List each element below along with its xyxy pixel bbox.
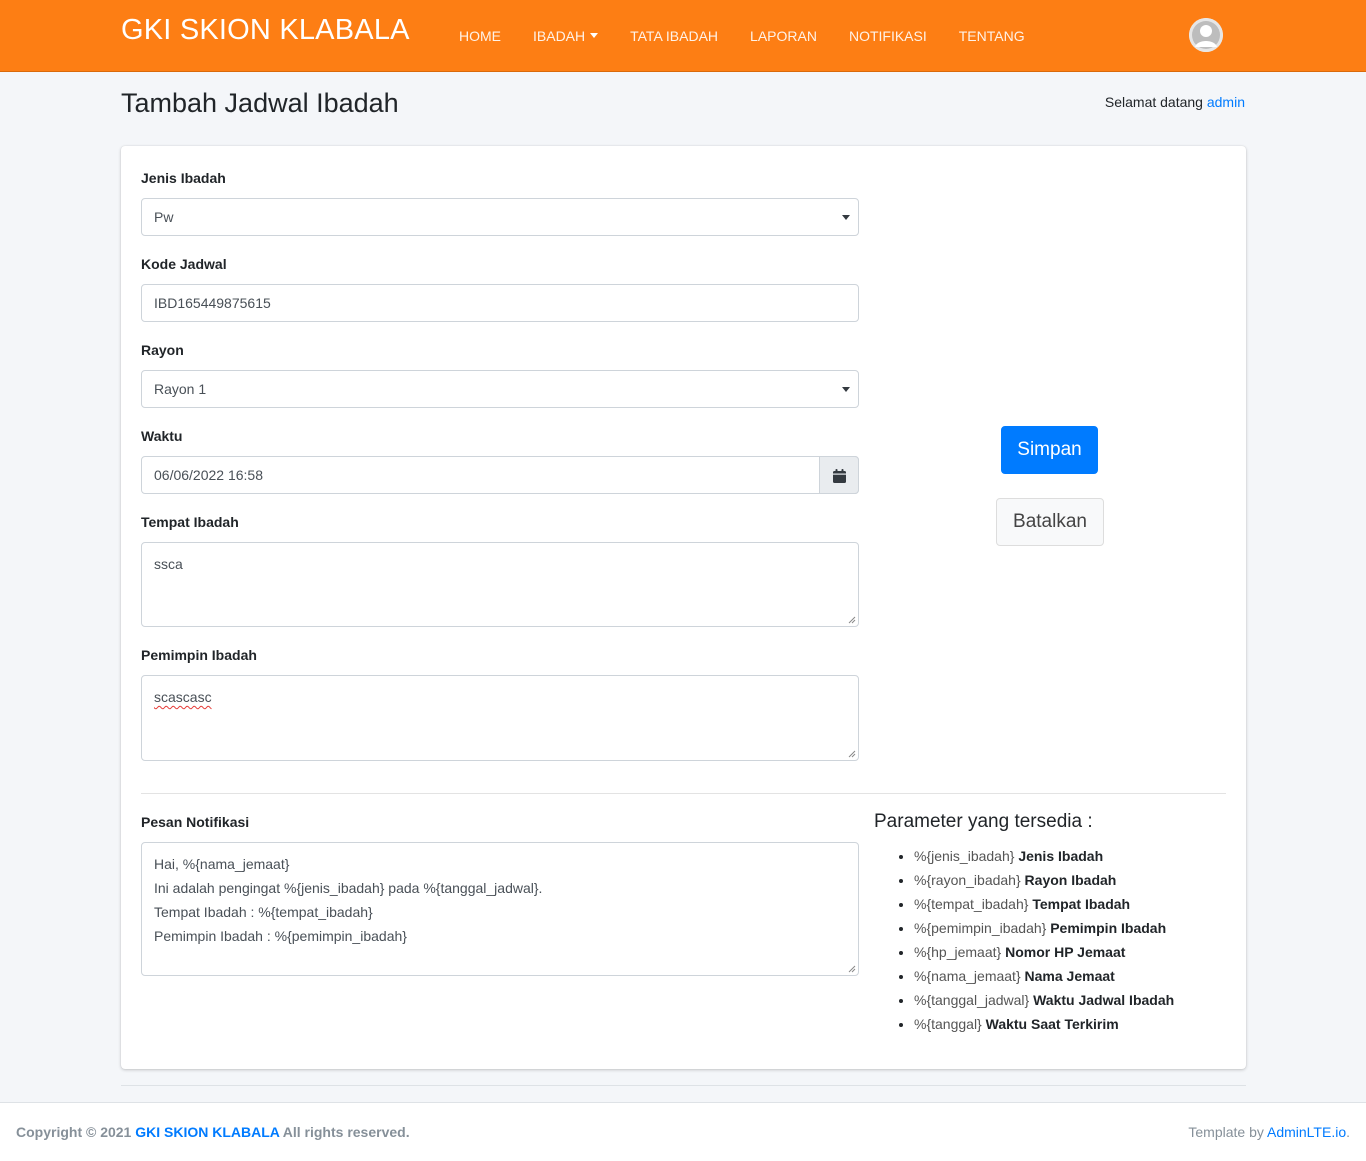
caret-down-icon [842,215,850,220]
parameter-desc: Pemimpin Ibadah [1050,920,1167,936]
pemimpin-ibadah-value: scascasc [154,689,212,705]
waktu-input[interactable]: 06/06/2022 16:58 [141,456,859,494]
copyright-text: Copyright © 2021 GKI SKION KLABALA All r… [16,1124,410,1140]
rayon-select[interactable]: Rayon 1 [141,370,859,408]
pesan-notifikasi-label: Pesan Notifikasi [141,814,250,830]
welcome-text: Selamat datang admin [1105,94,1245,110]
message-line: Pemimpin Ibadah : %{pemimpin_ibadah} [154,928,407,944]
message-line: Hai, %{nama_jemaat} [154,856,290,872]
parameter-code: %{hp_jemaat} [914,944,1002,960]
parameter-item: %{tempat_ibadah} Tempat Ibadah [914,892,1174,916]
user-avatar-icon[interactable] [1189,18,1223,52]
resize-handle-icon[interactable] [848,965,856,973]
template-credit: Template by AdminLTE.io. [1188,1124,1350,1140]
parameter-desc: Tempat Ibadah [1032,896,1131,912]
parameter-item: %{pemimpin_ibadah} Pemimpin Ibadah [914,916,1174,940]
parameter-desc: Rayon Ibadah [1024,872,1117,888]
cancel-button[interactable]: Batalkan [996,498,1104,546]
adminlte-link[interactable]: AdminLTE.io [1267,1124,1346,1140]
parameter-code: %{rayon_ibadah} [914,872,1021,888]
footer: Copyright © 2021 GKI SKION KLABALA All r… [0,1102,1366,1161]
rayon-label: Rayon [141,342,184,358]
nav-tata-ibadah[interactable]: TATA IBADAH [614,26,734,46]
pesan-notifikasi-textarea[interactable]: Hai, %{nama_jemaat} Ini adalah pengingat… [141,842,859,976]
nav-notifikasi[interactable]: NOTIFIKASI [833,26,943,46]
kode-jadwal-label: Kode Jadwal [141,256,227,272]
welcome-user-link[interactable]: admin [1207,94,1245,110]
nav-ibadah-dropdown[interactable]: IBADAH [517,26,614,46]
copyright-suffix: All rights reserved. [282,1124,410,1140]
copyright-brand-link[interactable]: GKI SKION KLABALA [135,1124,279,1140]
welcome-prefix: Selamat datang [1104,94,1203,110]
waktu-value: 06/06/2022 16:58 [154,467,263,483]
jenis-ibadah-value: Pw [154,209,174,225]
caret-down-icon [842,387,850,392]
form-card: Jenis Ibadah Pw Kode Jadwal IBD165449875… [121,146,1246,1069]
kode-jadwal-value: IBD165449875615 [154,295,271,311]
resize-handle-icon[interactable] [848,616,856,624]
waktu-label: Waktu [141,428,183,444]
parameter-item: %{tanggal} Waktu Saat Terkirim [914,1012,1174,1036]
tempat-ibadah-label: Tempat Ibadah [141,514,239,530]
kode-jadwal-input[interactable]: IBD165449875615 [141,284,859,322]
section-divider [141,793,1226,794]
rayon-value: Rayon 1 [154,381,207,397]
parameter-desc: Nomor HP Jemaat [1005,944,1126,960]
parameter-item: %{tanggal_jadwal} Waktu Jadwal Ibadah [914,988,1174,1012]
nav-laporan[interactable]: LAPORAN [734,26,833,46]
parameter-desc: Nama Jemaat [1024,968,1115,984]
parameter-code: %{nama_jemaat} [914,968,1021,984]
page-title: Tambah Jadwal Ibadah [121,88,399,118]
parameter-code: %{pemimpin_ibadah} [914,920,1047,936]
copyright-prefix: Copyright © 2021 [16,1124,132,1140]
parameter-desc: Waktu Jadwal Ibadah [1033,992,1175,1008]
parameter-item: %{hp_jemaat} Nomor HP Jemaat [914,940,1174,964]
message-line: Tempat Ibadah : %{tempat_ibadah} [154,904,373,920]
tempat-ibadah-textarea[interactable]: ssca [141,542,859,627]
message-line: Ini adalah pengingat %{jenis_ibadah} pad… [154,880,543,896]
template-prefix: Template by [1188,1124,1264,1140]
datetimepicker-button[interactable] [819,456,859,494]
save-button[interactable]: Simpan [1001,426,1098,474]
parameter-desc: Waktu Saat Terkirim [985,1016,1119,1032]
main-nav: HOME IBADAH TATA IBADAH LAPORAN NOTIFIKA… [443,26,1041,46]
parameter-desc: Jenis Ibadah [1018,848,1104,864]
parameter-list: %{jenis_ibadah} Jenis Ibadah %{rayon_iba… [874,844,1174,1036]
parameter-code: %{jenis_ibadah} [914,848,1015,864]
content-divider [121,1085,1246,1086]
jenis-ibadah-select[interactable]: Pw [141,198,859,236]
parameter-item: %{jenis_ibadah} Jenis Ibadah [914,844,1174,868]
nav-ibadah-label: IBADAH [533,28,586,44]
jenis-ibadah-label: Jenis Ibadah [141,170,226,186]
parameter-code: %{tanggal} [914,1016,982,1032]
parameter-item: %{nama_jemaat} Nama Jemaat [914,964,1174,988]
pemimpin-ibadah-label: Pemimpin Ibadah [141,647,257,663]
parameter-item: %{rayon_ibadah} Rayon Ibadah [914,868,1174,892]
template-suffix: . [1346,1124,1350,1140]
resize-handle-icon[interactable] [848,750,856,758]
caret-down-icon [590,33,599,38]
parameter-title: Parameter yang tersedia : [874,811,1093,832]
parameter-code: %{tanggal_jadwal} [914,992,1030,1008]
nav-home[interactable]: HOME [443,26,517,46]
top-navbar: GKI SKION KLABALA HOME IBADAH TATA IBADA… [0,0,1366,72]
pemimpin-ibadah-textarea[interactable]: scascasc [141,675,859,761]
calendar-icon [833,469,846,483]
parameter-code: %{tempat_ibadah} [914,896,1029,912]
tempat-ibadah-value: ssca [154,556,183,572]
nav-tentang[interactable]: TENTANG [943,26,1041,46]
brand-logo[interactable]: GKI SKION KLABALA [121,14,410,47]
